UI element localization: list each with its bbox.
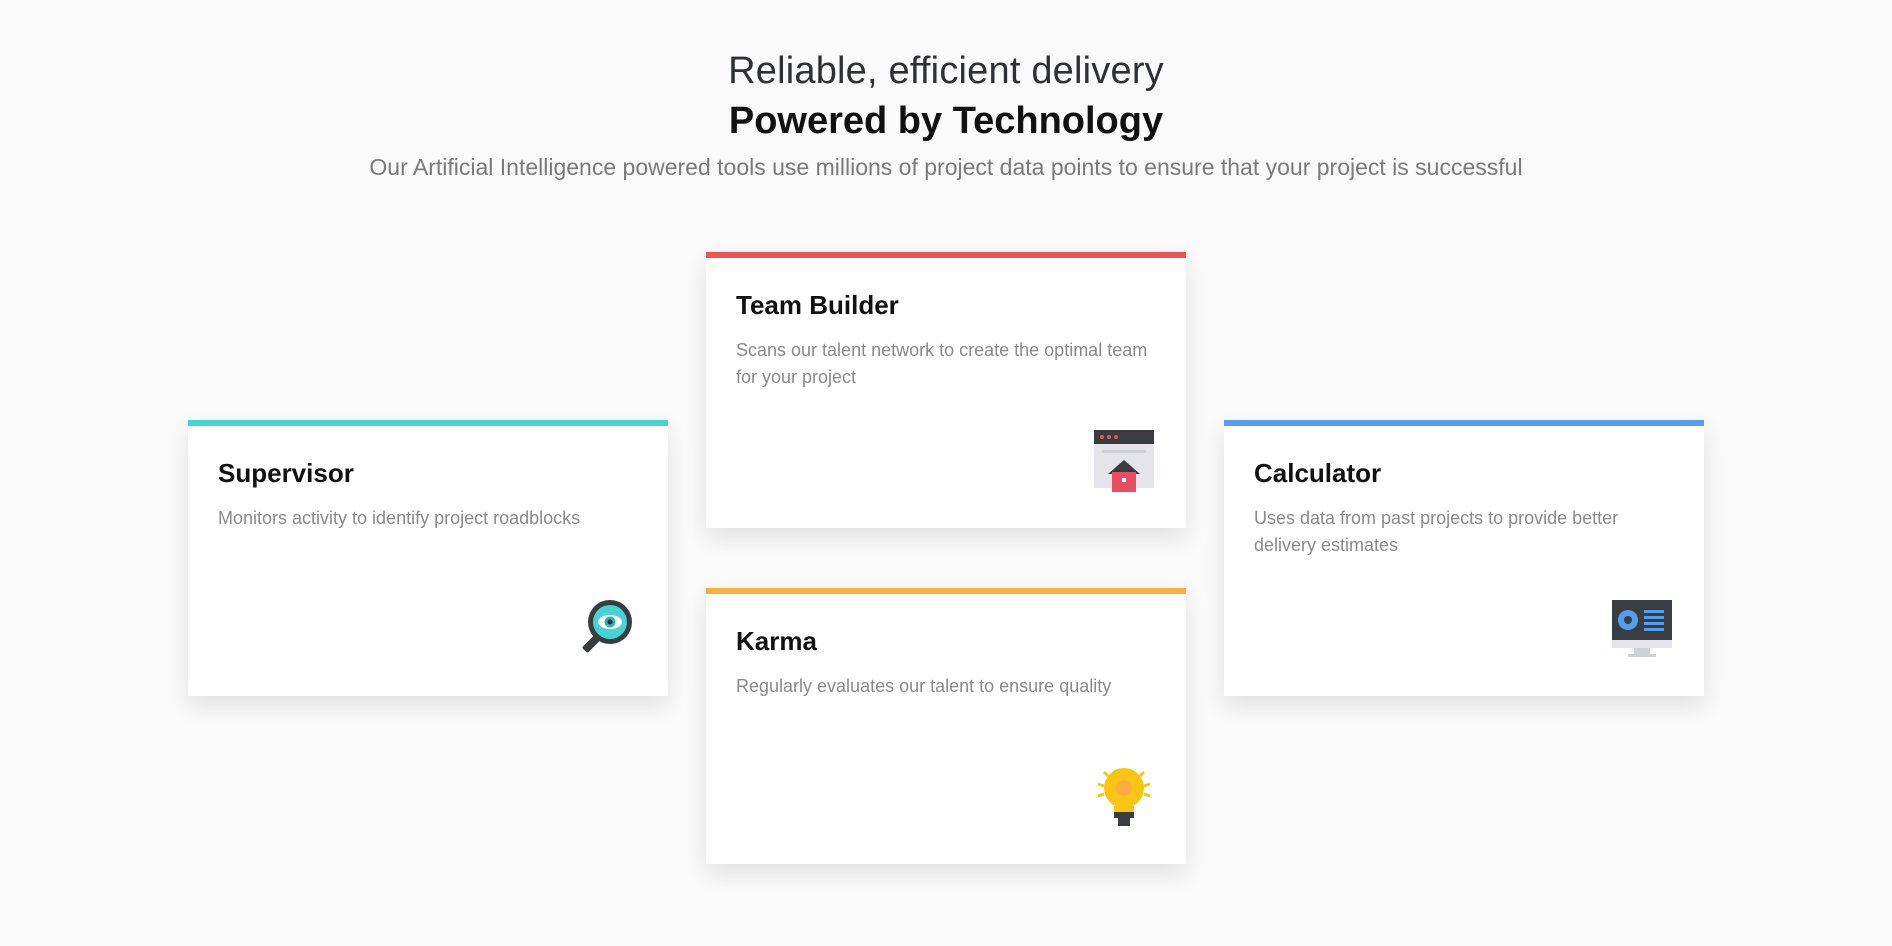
card-title: Karma [736, 626, 817, 656]
card-description: Regularly evaluates our talent to ensure… [736, 676, 1112, 696]
card-karma: Karma Regularly evaluates our talent to … [706, 588, 1186, 864]
card-description: Monitors activity to identify project ro… [218, 508, 581, 528]
section-title: Powered by Technology [728, 100, 1164, 142]
card-accent-bar [188, 420, 668, 426]
card-supervisor: Supervisor Monitors activity to identify… [188, 420, 668, 696]
magnifier-eye-icon [574, 596, 638, 660]
card-description: Scans our talent network to create the o… [736, 340, 1148, 387]
card-accent-bar [1224, 420, 1704, 426]
web-window-house-icon [1092, 428, 1156, 492]
card-calculator: Calculator Uses data from past projects … [1224, 420, 1704, 696]
card-accent-bar [706, 588, 1186, 594]
card-title: Calculator [1254, 458, 1382, 488]
card-description: Uses data from past projects to provide … [1254, 508, 1619, 555]
card-title: Supervisor [218, 458, 354, 488]
card-title: Team Builder [736, 290, 899, 320]
section-subtitle: Our Artificial Intelligence powered tool… [369, 154, 1523, 180]
light-bulb-icon [1092, 764, 1156, 828]
section-eyebrow: Reliable, efficient delivery [728, 50, 1164, 92]
page: Reliable, efficient delivery Powered by … [0, 0, 1892, 946]
card-accent-bar [706, 252, 1186, 258]
card-team-builder: Team Builder Scans our talent network to… [706, 252, 1186, 528]
monitor-dashboard-icon [1610, 596, 1674, 660]
